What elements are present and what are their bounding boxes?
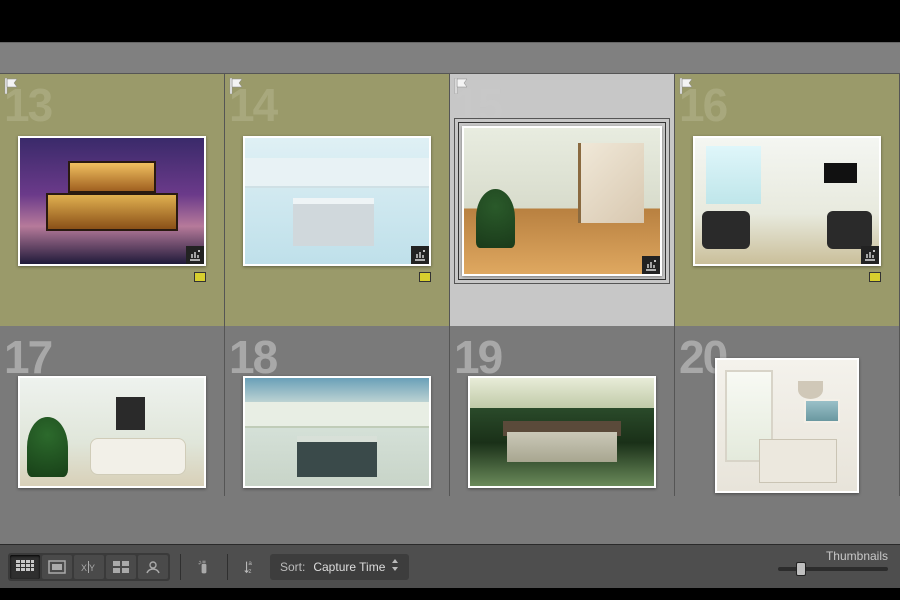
thumbnail-size-slider[interactable] (778, 567, 888, 571)
thumbnail[interactable] (693, 136, 881, 266)
sort-value: Capture Time (313, 559, 399, 574)
toolbar-divider (227, 554, 228, 580)
grid-cell[interactable]: 20 (675, 326, 900, 496)
window-top-black-bar (0, 0, 900, 42)
grid-cell[interactable]: 19 (450, 326, 675, 496)
svg-text:z: z (248, 568, 251, 575)
filter-bar-strip (0, 42, 900, 74)
sort-selector[interactable]: Sort: Capture Time (270, 554, 409, 580)
grid-cell[interactable]: 16 (675, 74, 900, 326)
develop-adjust-badge-icon[interactable] (861, 246, 879, 264)
sort-direction-button[interactable]: az (238, 555, 264, 579)
svg-text:Y: Y (89, 563, 95, 573)
develop-adjust-badge-icon[interactable] (642, 256, 660, 274)
color-label-yellow[interactable] (419, 272, 431, 282)
pick-flag-icon[interactable] (4, 78, 18, 94)
thumbnail-grid: 13 14 (0, 74, 900, 544)
thumbnail[interactable] (243, 136, 431, 266)
color-label-yellow[interactable] (869, 272, 881, 282)
grid-toolbar: XY az Sort: Capture Time (0, 544, 900, 588)
sort-label: Sort: (280, 560, 305, 574)
painter-tool-button[interactable] (191, 555, 217, 579)
grid-cell[interactable]: 14 (225, 74, 450, 326)
thumbnail[interactable] (243, 376, 431, 488)
grid-cell[interactable]: 17 (0, 326, 225, 496)
loupe-view-button[interactable] (42, 555, 72, 579)
color-label-yellow[interactable] (194, 272, 206, 282)
grid-row: 17 18 19 20 (0, 326, 900, 496)
thumbnail[interactable] (715, 358, 859, 493)
slider-knob[interactable] (796, 562, 806, 576)
thumbnail[interactable] (18, 136, 206, 266)
develop-adjust-badge-icon[interactable] (411, 246, 429, 264)
compare-view-button[interactable]: XY (74, 555, 104, 579)
pick-flag-icon[interactable] (454, 78, 468, 94)
thumbnails-label: Thumbnails (778, 549, 888, 563)
people-view-button[interactable] (138, 555, 168, 579)
grid-cell-selected[interactable]: 15 (450, 74, 675, 326)
survey-view-button[interactable] (106, 555, 136, 579)
updown-arrows-icon (391, 559, 399, 574)
thumbnail[interactable] (18, 376, 206, 488)
view-mode-group: XY (8, 553, 170, 581)
grid-view-button[interactable] (10, 555, 40, 579)
toolbar-divider (180, 554, 181, 580)
window-bottom-black-bar (0, 588, 900, 600)
thumbnail-size-control: Thumbnails (778, 549, 888, 571)
grid-row: 13 14 (0, 74, 900, 326)
grid-cell[interactable]: 13 (0, 74, 225, 326)
develop-adjust-badge-icon[interactable] (186, 246, 204, 264)
grid-cell[interactable]: 18 (225, 326, 450, 496)
pick-flag-icon[interactable] (679, 78, 693, 94)
svg-text:a: a (248, 560, 252, 567)
thumbnail[interactable] (462, 126, 662, 276)
thumbnail[interactable] (468, 376, 656, 488)
svg-text:X: X (81, 563, 87, 573)
library-grid-view: 13 14 (0, 0, 900, 600)
pick-flag-icon[interactable] (229, 78, 243, 94)
